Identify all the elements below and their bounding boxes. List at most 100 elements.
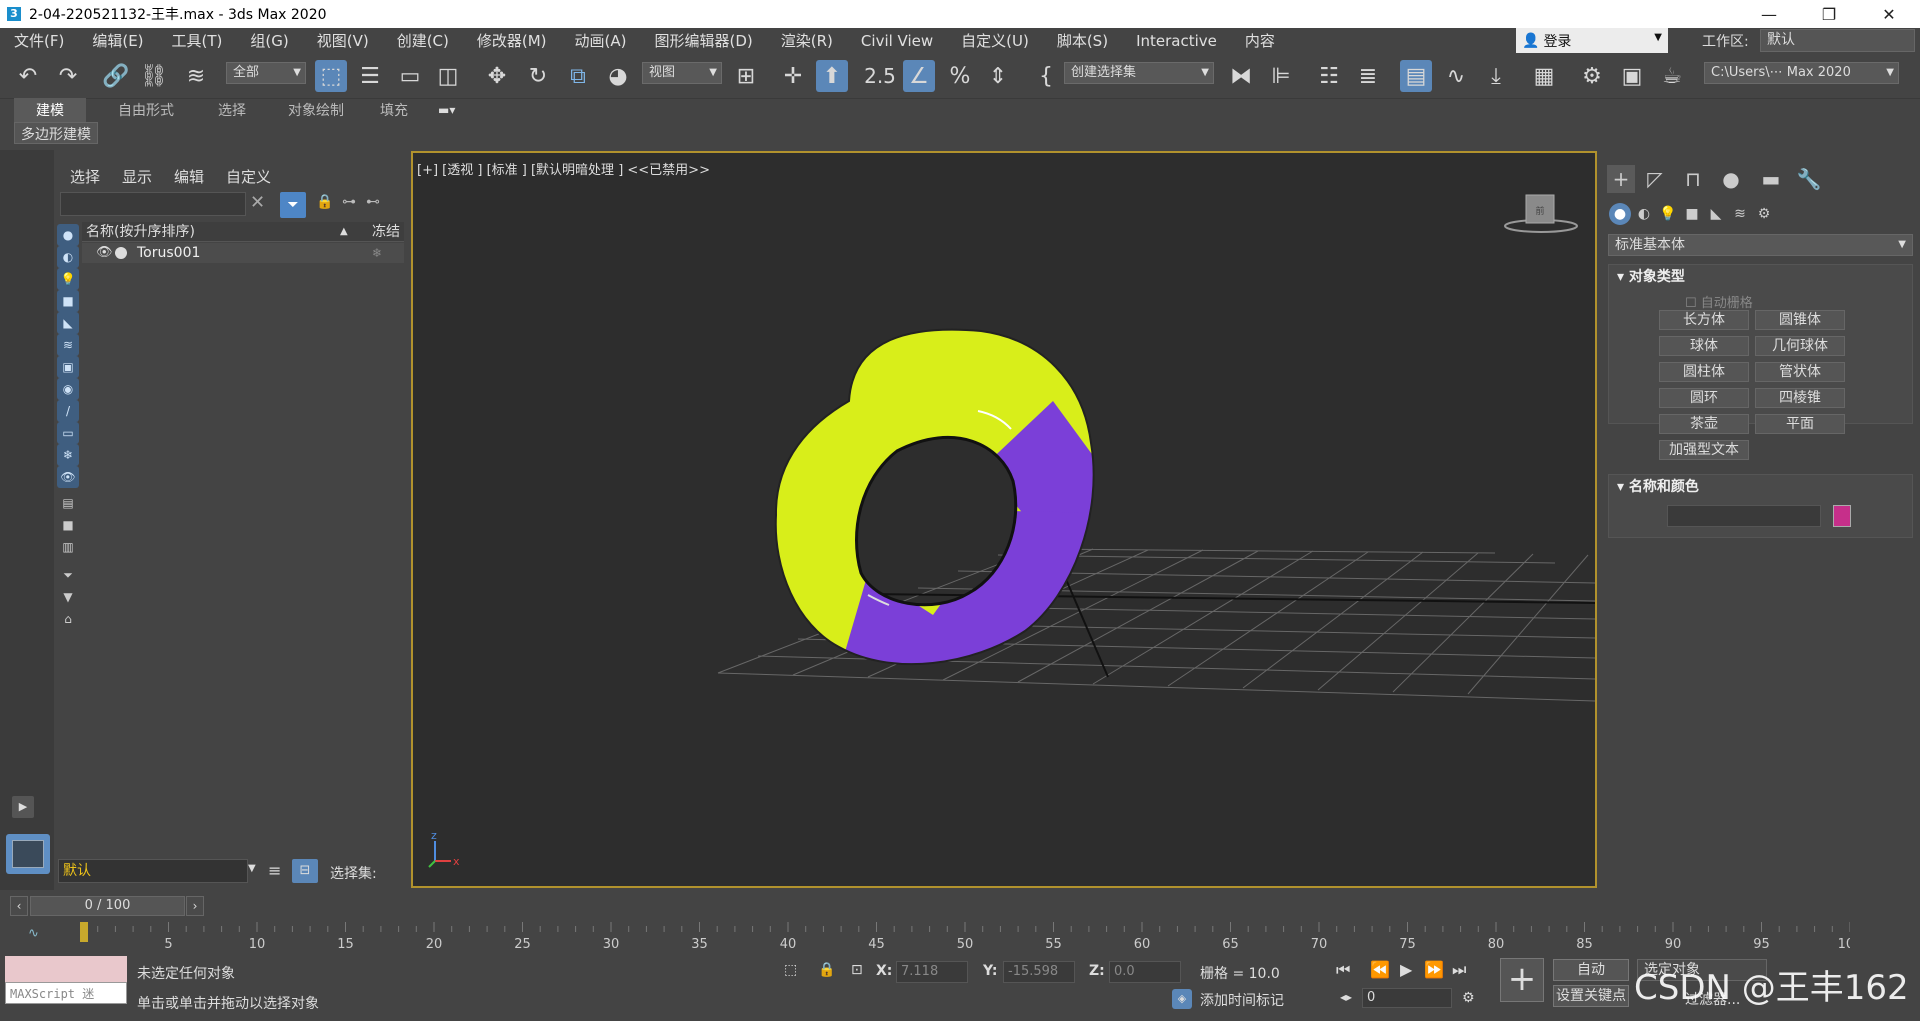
rotate-icon[interactable]: ↻ (522, 60, 554, 92)
snaps-toggle-icon[interactable]: 2.5 (864, 60, 896, 92)
viewport-scene[interactable]: 前 z x (413, 153, 1595, 886)
ribbon-tab-modeling[interactable]: 建模 (14, 98, 86, 122)
hierarchy-icon[interactable]: ⊶ (342, 194, 356, 210)
ribbon-polygon-modeling[interactable]: 多边形建模 (14, 122, 98, 144)
select-manipulate-icon[interactable]: ✛ (777, 60, 809, 92)
keyboard-shortcut-override-icon[interactable]: ⬆ (816, 60, 848, 92)
window-crossing-icon[interactable]: ◫ (432, 60, 464, 92)
current-frame-field[interactable]: 0 (1362, 988, 1452, 1008)
systems-icon[interactable]: ⚙ (1753, 203, 1775, 225)
set-key-button[interactable]: 设置关键点 (1553, 985, 1629, 1007)
se-menu-edit[interactable]: 编辑 (174, 166, 204, 187)
unlink-icon[interactable]: ⛓ (138, 60, 170, 92)
bones-filter-icon[interactable]: / (57, 400, 79, 422)
track-bar[interactable]: ∿ 5 10 15 20 25 30 35 40 45 50 55 60 65 70 75 80 85 90 95 1… (0, 918, 1920, 952)
sort-icon[interactable]: ⊷ (366, 194, 380, 210)
box-button[interactable]: 长方体 (1659, 310, 1749, 330)
maxscript-input[interactable]: MAXScript 迷 (5, 982, 127, 1004)
display-none-icon[interactable]: ■ (57, 514, 79, 536)
prev-key-icon[interactable]: ⏪ (1370, 960, 1390, 979)
undo-icon[interactable]: ↶ (12, 60, 44, 92)
ribbon-tab-selection[interactable]: 选择 (202, 100, 262, 120)
geometry-filter-icon[interactable]: ● (57, 224, 79, 246)
hidden-filter-icon[interactable]: 👁 (57, 466, 79, 488)
play-icon[interactable]: ▶ (1400, 960, 1412, 979)
layer-dropdown[interactable]: 默认 (58, 859, 248, 883)
layers-icon[interactable]: ≡ (268, 861, 281, 880)
filter-options-icon[interactable]: ⏷ (57, 564, 79, 586)
selection-lock-icon[interactable]: 🔒 (818, 962, 835, 978)
se-menu-customize[interactable]: 自定义 (226, 166, 271, 187)
chevron-down-icon[interactable]: ▼ (248, 863, 256, 874)
menu-edit[interactable]: 编辑(E) (78, 30, 157, 51)
column-name[interactable]: 名称(按升序排序) (86, 222, 195, 242)
filter-icon[interactable]: ⏷ (280, 192, 306, 218)
render-production-icon[interactable]: ☕ (1656, 60, 1688, 92)
absolute-mode-icon[interactable]: ⊡ (851, 962, 863, 978)
shapes-filter-icon[interactable]: ◐ (57, 246, 79, 268)
geometry-icon[interactable]: ● (1609, 203, 1631, 225)
layer-explorer-icon[interactable]: ≣ (1352, 60, 1384, 92)
select-by-name-icon[interactable]: ☰ (354, 60, 386, 92)
auto-grid-checkbox[interactable]: ☐ 自动栅格 (1685, 292, 1753, 311)
spinner-snap-icon[interactable]: ⇕ (982, 60, 1014, 92)
menu-graph-editors[interactable]: 图形编辑器(D) (641, 30, 767, 51)
hierarchy-tab-icon[interactable]: ⊓ (1679, 165, 1707, 193)
pyramid-button[interactable]: 四棱锥 (1755, 388, 1845, 408)
viewcube[interactable]: 前 (1504, 194, 1578, 233)
scene-row[interactable]: 👁 Torus001 ❄ (82, 243, 404, 263)
scale-icon[interactable]: ⧉ (562, 60, 594, 92)
object-type-header[interactable]: ▾ 对象类型 (1609, 265, 1912, 289)
minimize-icon[interactable]: — (1746, 0, 1792, 28)
scene-search-input[interactable] (60, 192, 246, 216)
isolate-icon[interactable]: ⬚ (784, 962, 797, 978)
menu-tools[interactable]: 工具(T) (158, 30, 237, 51)
menu-rendering[interactable]: 渲染(R) (767, 30, 847, 51)
render-setup-icon[interactable]: ⚙ (1576, 60, 1608, 92)
cameras-filter-icon[interactable]: ■ (57, 290, 79, 312)
go-to-end-icon[interactable]: ⏭ (1452, 960, 1466, 980)
place-icon[interactable]: ◕ (602, 60, 634, 92)
object-name-field[interactable] (1667, 505, 1821, 527)
hierarchy-sort-icon[interactable]: ⊟ (292, 859, 318, 883)
invert-display-icon[interactable]: ▥ (57, 536, 79, 558)
menu-civil-view[interactable]: Civil View (847, 32, 947, 50)
helpers-filter-icon[interactable]: ◣ (57, 312, 79, 334)
eye-icon[interactable]: 👁 (96, 243, 113, 263)
expand-arrow-icon[interactable]: ▶ (12, 796, 34, 818)
menu-content[interactable]: 内容 (1231, 30, 1289, 51)
schematic-view-icon[interactable]: ⤓ (1480, 60, 1512, 92)
groups-filter-icon[interactable]: ▣ (57, 356, 79, 378)
text-plus-button[interactable]: 加强型文本 (1659, 440, 1749, 460)
time-slider[interactable]: 0 / 100 (30, 896, 185, 916)
select-object-icon[interactable]: ⬚ (315, 60, 347, 92)
lights-icon[interactable]: 💡 (1657, 203, 1679, 225)
menu-file[interactable]: 文件(F) (0, 30, 78, 51)
z-coordinate-field[interactable]: 0.0 (1109, 961, 1181, 983)
maximize-icon[interactable]: ❐ (1806, 0, 1852, 28)
next-key-icon[interactable]: ⏩ (1424, 960, 1444, 979)
y-coordinate-field[interactable]: -15.598 (1003, 961, 1075, 983)
selection-filter-dropdown[interactable]: 全部 ▼ (226, 62, 306, 84)
add-time-tag[interactable]: 添加时间标记 (1200, 990, 1284, 1010)
geosphere-button[interactable]: 几何球体 (1755, 336, 1845, 356)
next-frame-icon[interactable]: › (186, 896, 204, 916)
ribbon-tab-object-paint[interactable]: 对象绘制 (272, 100, 360, 120)
ribbon-tab-freeform[interactable]: 自由形式 (102, 100, 190, 120)
align-icon[interactable]: ⊫ (1265, 60, 1297, 92)
menu-interactive[interactable]: Interactive (1122, 32, 1231, 50)
go-to-start-icon[interactable]: ⏮ (1336, 960, 1350, 980)
material-editor-icon[interactable]: ▦ (1528, 60, 1560, 92)
time-config-icon[interactable]: ⚙ (1462, 990, 1475, 1006)
menu-animation[interactable]: 动画(A) (561, 30, 641, 51)
clear-search-icon[interactable]: ✕ (250, 192, 265, 213)
snowflake-icon[interactable]: ❄ (372, 243, 382, 263)
se-menu-display[interactable]: 显示 (122, 166, 152, 187)
modify-tab-icon[interactable]: ◸ (1641, 165, 1669, 193)
cameras-icon[interactable]: ■ (1681, 203, 1703, 225)
lights-filter-icon[interactable]: 💡 (57, 268, 79, 290)
display-all-icon[interactable]: ▤ (57, 492, 79, 514)
time-tag-icon[interactable]: ◈ (1172, 989, 1192, 1009)
viewport-layout-icon[interactable] (6, 834, 50, 874)
cone-button[interactable]: 圆锥体 (1755, 310, 1845, 330)
